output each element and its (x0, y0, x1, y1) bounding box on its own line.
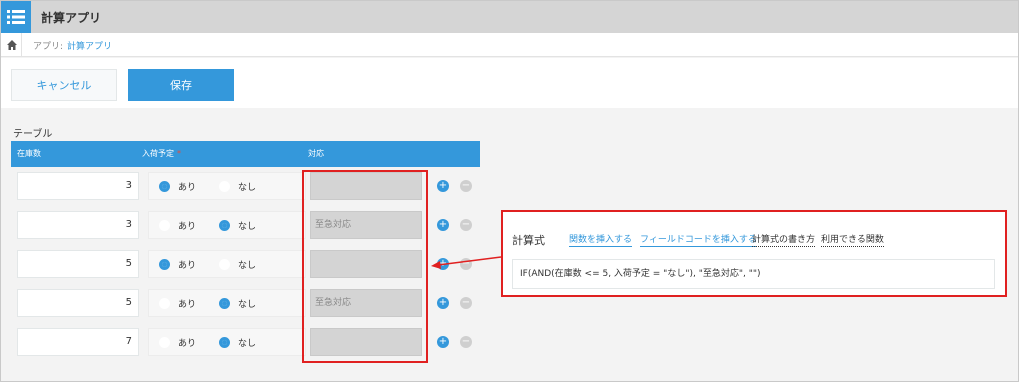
radio-dot (219, 259, 230, 270)
available-functions-link[interactable]: 利用できる関数 (821, 232, 884, 247)
table-label: テーブル (13, 129, 53, 140)
minus-circle-icon[interactable]: − (460, 180, 472, 192)
table-header: 在庫数 入荷予定 * 対応 (11, 141, 480, 167)
incoming-radio-group: あり なし (148, 289, 306, 317)
radio-dot (159, 181, 170, 192)
radio-dot (159, 220, 170, 231)
header-response: 対応 (308, 149, 324, 158)
app-header: 計算アプリ (1, 1, 1018, 33)
stock-input[interactable]: 3 (17, 172, 139, 200)
breadcrumb-divider (21, 33, 22, 57)
radio-ari[interactable]: あり (159, 336, 196, 349)
stock-input[interactable]: 3 (17, 211, 139, 239)
radio-nashi[interactable]: なし (219, 336, 256, 349)
formula-input[interactable]: IF(AND(在庫数 <= 5, 入荷予定 = "なし"), "至急対応", "… (512, 259, 995, 289)
breadcrumb-prefix: アプリ: (33, 42, 64, 52)
incoming-radio-group: あり なし (148, 211, 306, 239)
plus-circle-icon[interactable]: + (437, 219, 449, 231)
plus-circle-icon[interactable]: + (437, 180, 449, 192)
formula-popup: 計算式 関数を挿入する フィールドコードを挿入する 計算式の書き方 利用できる関… (501, 210, 1007, 297)
cancel-button[interactable]: キャンセル (11, 69, 117, 101)
radio-dot (219, 181, 230, 192)
list-icon[interactable] (1, 1, 31, 33)
minus-circle-icon[interactable]: − (460, 219, 472, 231)
minus-circle-icon[interactable]: − (460, 336, 472, 348)
breadcrumb: アプリ: 計算アプリ (1, 33, 1018, 57)
insert-function-link[interactable]: 関数を挿入する (569, 232, 633, 247)
radio-dot (159, 337, 170, 348)
breadcrumb-app-link[interactable]: 計算アプリ (67, 39, 112, 52)
action-bar: キャンセル 保存 (1, 58, 1018, 108)
radio-dot (219, 337, 230, 348)
save-button[interactable]: 保存 (128, 69, 234, 101)
radio-dot (159, 259, 170, 270)
stock-input[interactable]: 7 (17, 328, 139, 356)
radio-ari[interactable]: あり (159, 219, 196, 232)
plus-circle-icon[interactable]: + (437, 297, 449, 309)
radio-dot (219, 220, 230, 231)
radio-nashi[interactable]: なし (219, 219, 256, 232)
radio-ari[interactable]: あり (159, 258, 196, 271)
home-icon[interactable] (6, 39, 18, 51)
radio-nashi[interactable]: なし (219, 297, 256, 310)
header-stock: 在庫数 (17, 149, 41, 158)
radio-ari[interactable]: あり (159, 297, 196, 310)
insert-field-code-link[interactable]: フィールドコードを挿入する (640, 232, 757, 247)
radio-nashi[interactable]: なし (219, 258, 256, 271)
header-incoming: 入荷予定 * (142, 149, 181, 158)
radio-ari[interactable]: あり (159, 180, 196, 193)
stock-input[interactable]: 5 (17, 250, 139, 278)
incoming-radio-group: あり なし (148, 328, 306, 356)
minus-circle-icon[interactable]: − (460, 297, 472, 309)
formula-title: 計算式 (512, 234, 545, 247)
app-window: 計算アプリ アプリ: 計算アプリ キャンセル 保存 テーブル 在庫数 入荷予定 *… (0, 0, 1019, 382)
radio-dot (219, 298, 230, 309)
app-title: 計算アプリ (41, 11, 102, 25)
formula-help-link[interactable]: 計算式の書き方 (752, 232, 816, 247)
stock-input[interactable]: 5 (17, 289, 139, 317)
response-column-highlight (302, 170, 428, 363)
callout-arrow (431, 256, 502, 269)
incoming-radio-group: あり なし (148, 250, 306, 278)
plus-circle-icon[interactable]: + (437, 336, 449, 348)
required-mark: * (177, 149, 181, 158)
incoming-radio-group: あり なし (148, 172, 306, 200)
radio-nashi[interactable]: なし (219, 180, 256, 193)
radio-dot (159, 298, 170, 309)
